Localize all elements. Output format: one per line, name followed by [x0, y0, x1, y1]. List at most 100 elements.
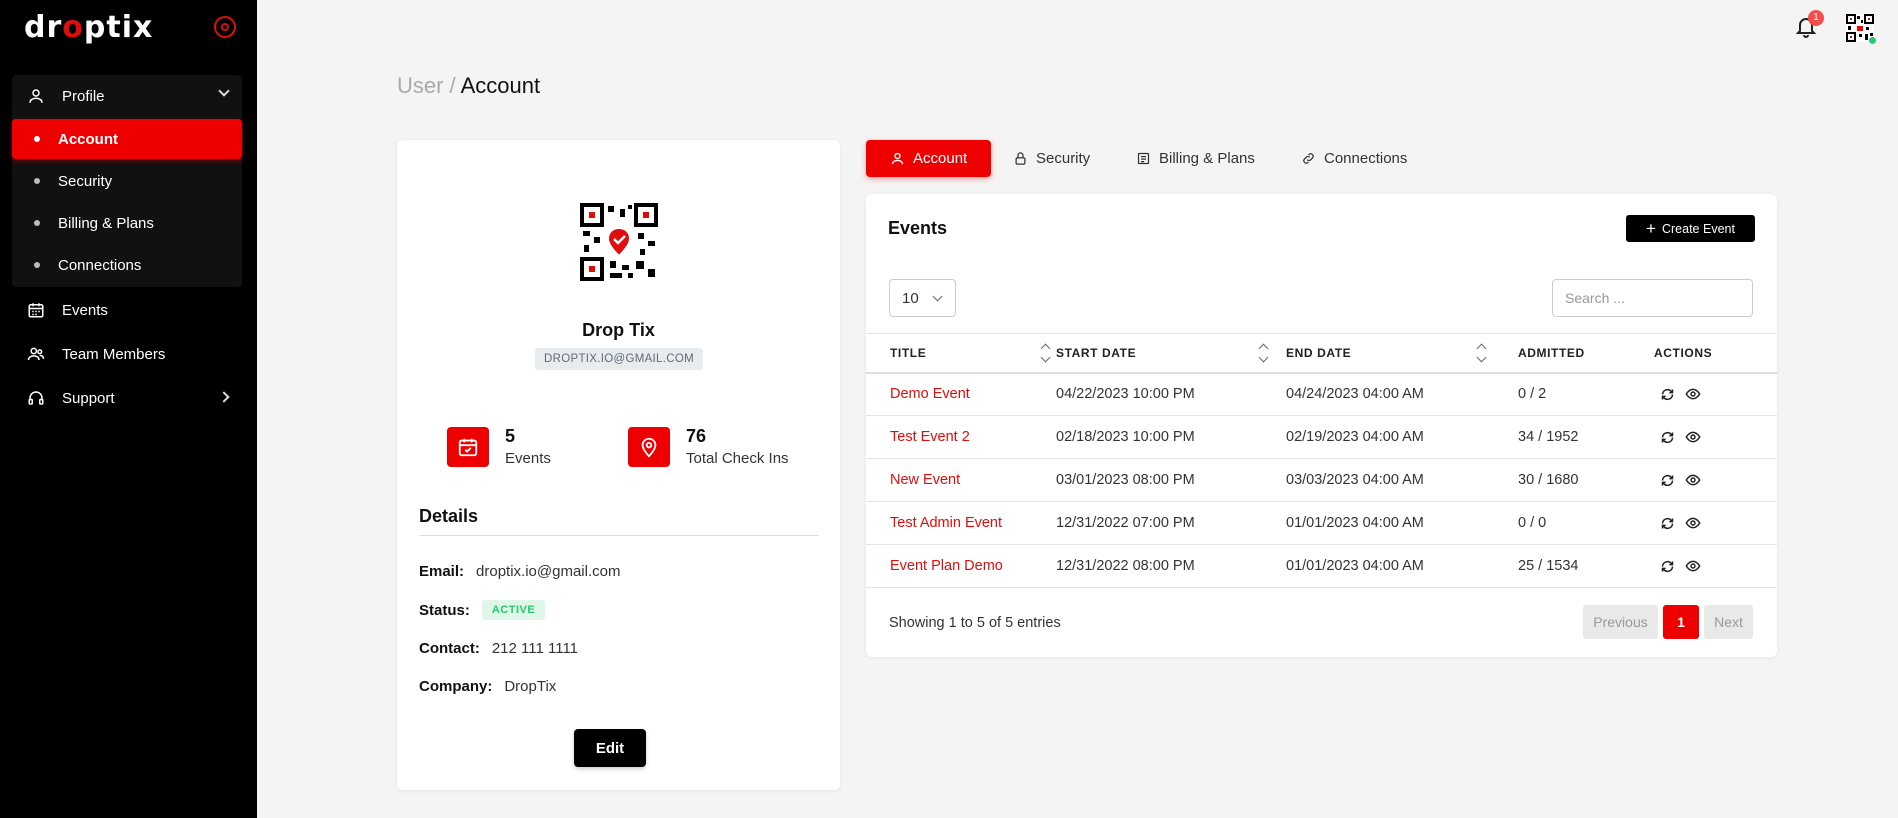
event-title-link[interactable]: Event Plan Demo: [866, 544, 1056, 588]
column-header-title[interactable]: TITLE: [866, 333, 1056, 374]
eye-icon[interactable]: [1685, 386, 1701, 402]
details-heading: Details: [419, 506, 479, 526]
eye-icon[interactable]: [1685, 472, 1701, 488]
detail-value: DropTix: [504, 678, 557, 695]
start-date-cell: 04/22/2023 10:00 PM: [1056, 372, 1286, 416]
table-row: Test Admin Event 12/31/2022 07:00 PM 01/…: [866, 501, 1777, 545]
headset-icon: [26, 388, 46, 408]
event-title-link[interactable]: New Event: [866, 458, 1056, 502]
event-title-link[interactable]: Test Admin Event: [866, 501, 1056, 545]
pagination-page-1[interactable]: 1: [1663, 605, 1699, 639]
calendar-check-icon: [447, 426, 489, 467]
chevron-right-icon: [218, 391, 230, 403]
column-header-end-date[interactable]: END DATE: [1286, 333, 1518, 374]
user-icon: [26, 86, 46, 106]
page-size-value: 10: [902, 289, 919, 307]
stat-events: 5 Events: [447, 426, 551, 467]
detail-value: 212 111 1111: [491, 640, 579, 657]
sidebar-item-label: Billing & Plans: [58, 214, 154, 232]
droptix-logo[interactable]: droptix: [24, 10, 153, 45]
tab-security[interactable]: Security: [1013, 140, 1090, 177]
search-input[interactable]: [1552, 279, 1753, 317]
button-label: Create Event: [1661, 221, 1735, 236]
link-icon: [1301, 151, 1316, 166]
table-header-row: TITLE START DATE END DATE ADMITTED ACTIO…: [866, 333, 1777, 374]
table-row: New Event 03/01/2023 08:00 PM 03/03/2023…: [866, 458, 1777, 502]
page-size-select[interactable]: 10: [889, 279, 956, 317]
sidebar-item-connections[interactable]: Connections: [12, 245, 242, 285]
stat-value: 76: [686, 426, 707, 446]
start-date-cell: 03/01/2023 08:00 PM: [1056, 458, 1286, 502]
end-date-cell: 04/24/2023 04:00 AM: [1286, 372, 1518, 416]
events-table: TITLE START DATE END DATE ADMITTED ACTIO…: [866, 333, 1777, 588]
actions-cell: [1654, 544, 1777, 588]
refresh-icon[interactable]: [1660, 559, 1675, 574]
table-row: Event Plan Demo 12/31/2022 08:00 PM 01/0…: [866, 544, 1777, 588]
detail-status: Status: ACTIVE: [419, 600, 546, 620]
eye-icon[interactable]: [1685, 429, 1701, 445]
actions-cell: [1654, 501, 1777, 545]
sidebar-item-account[interactable]: Account: [12, 119, 242, 159]
sidebar-toggle-icon[interactable]: [214, 16, 236, 38]
sidebar-item-billing[interactable]: Billing & Plans: [12, 203, 242, 243]
sidebar-item-team-members[interactable]: Team Members: [12, 334, 242, 374]
admitted-cell: 0 / 0: [1518, 501, 1654, 545]
tab-label: Connections: [1324, 150, 1408, 167]
table-row: Test Event 2 02/18/2023 10:00 PM 02/19/2…: [866, 415, 1777, 459]
pagination-next[interactable]: Next: [1704, 605, 1753, 639]
actions-cell: [1654, 372, 1777, 416]
chevron-down-icon: [932, 291, 943, 302]
actions-cell: [1654, 458, 1777, 502]
bullet-icon: [34, 262, 40, 268]
edit-button[interactable]: Edit: [574, 729, 646, 767]
tab-account[interactable]: Account: [866, 140, 992, 177]
detail-label: Contact:: [419, 640, 480, 657]
tab-billing-plans[interactable]: Billing & Plans: [1136, 140, 1255, 177]
sort-icon[interactable]: [1258, 343, 1268, 365]
refresh-icon[interactable]: [1660, 473, 1675, 488]
column-label: START DATE: [1056, 345, 1137, 360]
sidebar-item-events[interactable]: Events: [12, 290, 242, 330]
admitted-cell: 25 / 1534: [1518, 544, 1654, 588]
sidebar-item-support[interactable]: Support: [12, 378, 242, 418]
detail-value: droptix.io@gmail.com: [476, 563, 621, 580]
detail-email: Email: droptix.io@gmail.com: [419, 563, 620, 580]
table-row: Demo Event 04/22/2023 10:00 PM 04/24/202…: [866, 372, 1777, 416]
refresh-icon[interactable]: [1660, 430, 1675, 445]
sidebar-item-label: Team Members: [62, 345, 166, 363]
email-badge: DROPTIX.IO@GMAIL.COM: [535, 348, 703, 370]
notification-badge: 1: [1808, 10, 1824, 26]
map-pin-icon: [628, 426, 670, 467]
pagination-previous[interactable]: Previous: [1583, 605, 1658, 639]
sidebar-item-profile[interactable]: Profile: [12, 76, 242, 116]
user-icon: [890, 151, 905, 166]
bullet-icon: [34, 136, 40, 142]
user-name: Drop Tix: [582, 320, 655, 340]
sidebar-item-label: Profile: [62, 87, 105, 105]
end-date-cell: 02/19/2023 04:00 AM: [1286, 415, 1518, 459]
tab-connections[interactable]: Connections: [1301, 140, 1407, 177]
breadcrumb-parent[interactable]: User /: [397, 73, 456, 98]
sidebar-item-label: Security: [58, 172, 113, 190]
event-title-link[interactable]: Demo Event: [866, 372, 1056, 416]
detail-company: Company: DropTix: [419, 678, 556, 695]
column-header-start-date[interactable]: START DATE: [1056, 333, 1286, 374]
tab-label: Billing & Plans: [1159, 150, 1255, 167]
logo-text-accent: o: [62, 10, 84, 45]
column-header-admitted: ADMITTED: [1518, 333, 1654, 374]
eye-icon[interactable]: [1685, 558, 1701, 574]
column-label: TITLE: [890, 345, 927, 360]
sort-icon[interactable]: [1040, 343, 1050, 365]
column-header-actions: ACTIONS: [1654, 333, 1777, 374]
admitted-cell: 0 / 2: [1518, 372, 1654, 416]
sort-icon[interactable]: [1476, 343, 1486, 365]
events-card: Events + Create Event 10 TITLE START DAT…: [866, 194, 1777, 657]
event-title-link[interactable]: Test Event 2: [866, 415, 1056, 459]
bullet-icon: [34, 220, 40, 226]
sidebar-item-security[interactable]: Security: [12, 161, 242, 201]
refresh-icon[interactable]: [1660, 387, 1675, 402]
refresh-icon[interactable]: [1660, 516, 1675, 531]
plus-icon: +: [1646, 219, 1656, 238]
create-event-button[interactable]: + Create Event: [1626, 215, 1755, 242]
eye-icon[interactable]: [1685, 515, 1701, 531]
